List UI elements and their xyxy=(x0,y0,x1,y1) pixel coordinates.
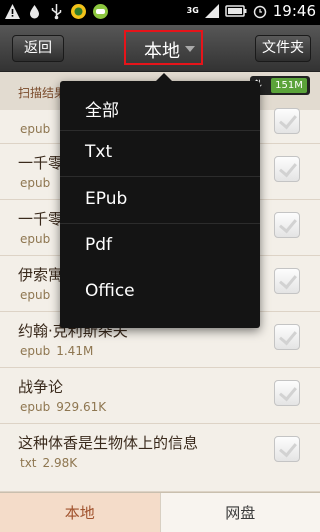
filter-dropdown-toggle[interactable]: 本地 xyxy=(124,30,203,65)
book-title: 战争论 xyxy=(18,378,64,396)
menu-item-office[interactable]: Office xyxy=(60,270,260,316)
select-checkbox[interactable] xyxy=(274,108,300,134)
tab-local[interactable]: 本地 xyxy=(0,493,160,532)
app-icon-2 xyxy=(93,4,108,19)
droplet-icon xyxy=(30,5,39,19)
book-meta: epub 929.61K xyxy=(20,400,107,414)
battery-icon xyxy=(225,5,247,17)
select-checkbox[interactable] xyxy=(274,212,300,238)
folder-button[interactable]: 文件夹 xyxy=(255,35,311,62)
warning-icon xyxy=(5,4,20,19)
title-bar: 返回 本地 文件夹 xyxy=(0,25,320,72)
bottom-tabs: 本地 网盘 xyxy=(0,492,320,532)
book-meta: txt 2.98K xyxy=(20,456,78,470)
usb-icon xyxy=(51,4,62,20)
clock: 19:46 xyxy=(272,2,316,20)
alarm-icon xyxy=(253,5,267,19)
select-checkbox[interactable] xyxy=(274,380,300,406)
book-format: epub xyxy=(20,176,51,190)
network-type: 3G xyxy=(186,6,199,15)
chevron-down-icon xyxy=(185,46,195,52)
menu-item-all[interactable]: 全部 xyxy=(60,85,260,131)
select-checkbox[interactable] xyxy=(274,324,300,350)
list-item[interactable]: 这种体香是生物体上的信息 txt 2.98K xyxy=(0,424,320,492)
book-format: epub xyxy=(20,122,51,136)
book-format: epub xyxy=(20,288,51,302)
dropdown-pointer xyxy=(156,73,172,81)
select-checkbox[interactable] xyxy=(274,436,300,462)
status-bar: 3G 19:46 xyxy=(0,0,320,25)
filter-dropdown-menu: 全部 Txt EPub Pdf Office xyxy=(60,73,260,328)
back-button[interactable]: 返回 xyxy=(12,35,64,62)
page-title: 本地 xyxy=(144,41,180,62)
menu-item-pdf[interactable]: Pdf xyxy=(60,224,260,270)
menu-item-txt[interactable]: Txt xyxy=(60,131,260,177)
select-checkbox[interactable] xyxy=(274,268,300,294)
scan-results-label: 扫描结果 xyxy=(18,86,67,100)
list-item[interactable]: 战争论 epub 929.61K xyxy=(0,368,320,424)
select-checkbox[interactable] xyxy=(274,156,300,182)
storage-size: 151M xyxy=(271,78,307,93)
book-title: 这种体香是生物体上的信息 xyxy=(18,434,199,452)
book-meta: epub 1.41M xyxy=(20,344,94,358)
signal-icon xyxy=(204,4,219,18)
menu-item-epub[interactable]: EPub xyxy=(60,178,260,224)
book-format: epub xyxy=(20,232,51,246)
tab-cloud-drive[interactable]: 网盘 xyxy=(159,493,320,532)
app-icon xyxy=(71,4,86,19)
